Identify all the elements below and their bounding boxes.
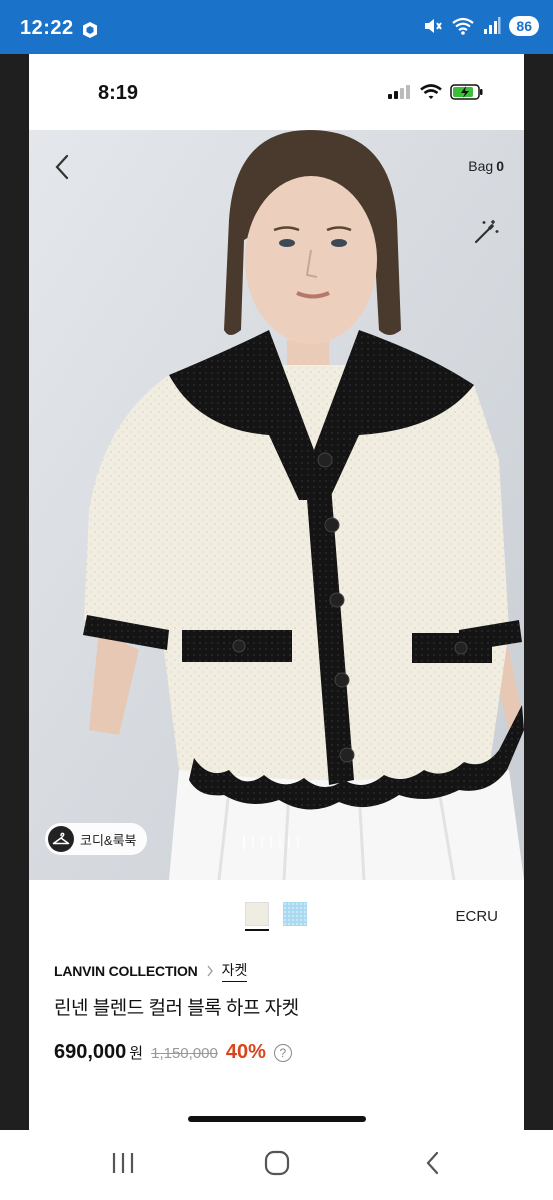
product-page: 8:19 Bag 0 코디&룩북 ECRU LANVIN COLLECTION … <box>29 54 524 1130</box>
pager-dot <box>297 837 299 849</box>
mute-icon <box>425 19 443 33</box>
category-link[interactable]: 자켓 <box>221 960 248 982</box>
question-icon[interactable]: ? <box>273 1043 292 1062</box>
brand-link[interactable]: LANVIN COLLECTION <box>54 963 198 979</box>
bag-count: 0 <box>496 158 504 174</box>
pager-dot <box>261 837 263 849</box>
bag-label: Bag <box>468 158 494 174</box>
swatch-ecru[interactable] <box>245 902 269 931</box>
original-price: 1,150,000 <box>151 1045 218 1062</box>
color-swatches <box>245 902 307 931</box>
home-icon[interactable] <box>264 1150 290 1176</box>
home-indicator <box>188 1116 366 1122</box>
cellular-icon <box>388 85 410 99</box>
ios-clock: 8:19 <box>98 82 139 104</box>
price-row: 690,000 원 1,150,000 40% ? <box>54 1041 292 1064</box>
selected-color-name: ECRU <box>455 908 498 925</box>
hanger-icon <box>48 826 74 852</box>
pager-dot <box>270 837 272 849</box>
codi-lookbook-label: 코디&룩북 <box>80 832 137 848</box>
shield-app-icon <box>83 22 97 38</box>
breadcrumb: LANVIN COLLECTION 자켓 <box>54 960 248 982</box>
wifi-icon <box>452 17 475 35</box>
product-title: 린넨 블렌드 컬러 블록 하프 자켓 <box>54 998 299 1019</box>
android-navigation-bar <box>0 1130 553 1200</box>
pager-dot <box>243 837 245 849</box>
product-image-carousel[interactable]: Bag 0 코디&룩북 <box>29 130 524 880</box>
pager-dot <box>252 837 254 849</box>
pager-dot <box>279 837 281 849</box>
currency-label: 원 <box>129 1045 144 1062</box>
chevron-left-icon[interactable] <box>51 152 75 182</box>
product-photo <box>29 130 524 880</box>
sale-price: 690,000 <box>54 1041 127 1063</box>
signal-icon <box>484 17 501 34</box>
android-clock: 12:22 <box>20 17 74 39</box>
android-status-bar: 12:22 86 <box>0 0 553 54</box>
bag-button[interactable]: Bag 0 <box>468 158 504 174</box>
android-status-icons: 86 <box>423 16 539 36</box>
discount-rate: 40% <box>225 1041 266 1063</box>
pager-dot <box>288 837 290 849</box>
back-icon[interactable] <box>424 1150 442 1176</box>
recent-apps-icon[interactable] <box>111 1150 135 1176</box>
carousel-pager <box>243 837 299 849</box>
codi-lookbook-button[interactable]: 코디&룩북 <box>45 823 147 855</box>
ios-status-icons <box>388 84 484 100</box>
battery-charging-icon <box>450 84 483 100</box>
swatch-sky-blue[interactable] <box>283 902 307 926</box>
ios-status-bar: 8:19 <box>29 54 524 130</box>
chevron-right-icon <box>207 965 213 977</box>
magic-wand-icon[interactable] <box>472 218 500 246</box>
battery-level: 86 <box>509 16 539 36</box>
wifi-icon <box>420 84 442 99</box>
